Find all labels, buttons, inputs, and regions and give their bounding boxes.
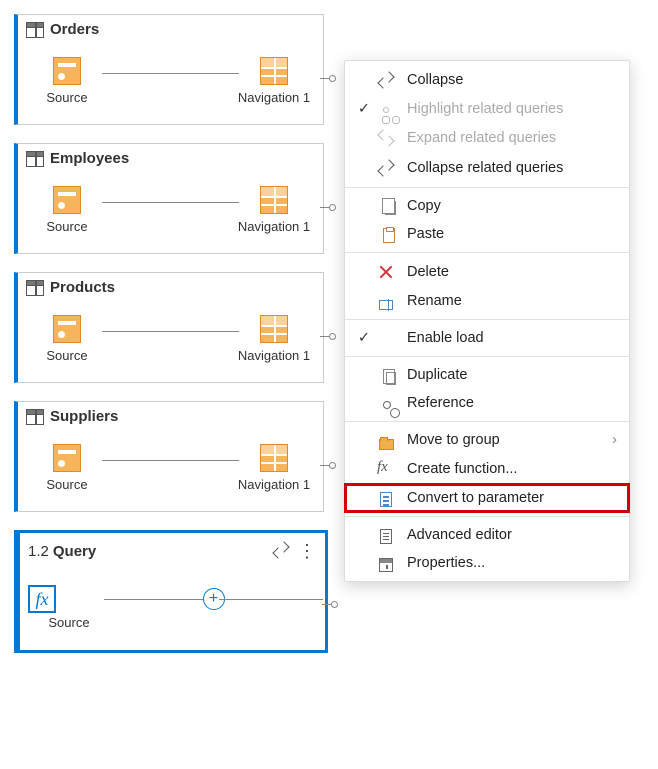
menu-delete[interactable]: Delete [345, 257, 629, 287]
step-source[interactable]: fx Source [28, 585, 110, 630]
datasource-icon [53, 57, 81, 85]
folder-icon [379, 439, 394, 450]
menu-copy[interactable]: Copy [345, 192, 629, 220]
query-prefix: 1.2 [28, 543, 49, 560]
table-step-icon [260, 444, 288, 472]
output-connector [320, 336, 332, 337]
duplicate-icon [386, 372, 396, 385]
collapse-icon [377, 71, 395, 89]
step-navigation[interactable]: Navigation 1 [233, 186, 315, 234]
context-menu: Collapse ✓ Highlight related queries Exp… [344, 60, 630, 582]
more-options-button[interactable]: ⋮ [294, 541, 319, 562]
step-navigation[interactable]: Navigation 1 [233, 57, 315, 105]
advanced-editor-icon [380, 529, 392, 544]
step-connector [219, 599, 324, 600]
menu-collapse-related[interactable]: Collapse related queries [345, 153, 629, 183]
step-source[interactable]: Source [26, 315, 108, 363]
query-title: Orders [50, 21, 99, 38]
output-connector [320, 207, 332, 208]
collapse-icon [272, 541, 290, 559]
table-step-icon [260, 186, 288, 214]
output-connector [322, 604, 334, 605]
query-card-query[interactable]: 1.2 Query ⋮ fx Source + [14, 530, 328, 653]
menu-separator [345, 356, 629, 357]
step-connector [102, 73, 239, 74]
menu-expand-related: Expand related queries [345, 123, 629, 153]
datasource-icon [53, 186, 81, 214]
query-title: Suppliers [50, 408, 118, 425]
menu-highlight-related: ✓ Highlight related queries [345, 95, 629, 123]
rename-icon [379, 300, 393, 310]
table-icon [26, 409, 44, 425]
query-card-suppliers[interactable]: Suppliers Source Navigation 1 [14, 401, 324, 512]
query-card-employees[interactable]: Employees Source Navigation 1 [14, 143, 324, 254]
table-icon [26, 151, 44, 167]
datasource-icon [53, 444, 81, 472]
menu-move-to-group[interactable]: Move to group › [345, 426, 629, 454]
table-step-icon [260, 315, 288, 343]
menu-separator [345, 516, 629, 517]
output-connector [320, 78, 332, 79]
menu-separator [345, 421, 629, 422]
step-connector [104, 599, 209, 600]
menu-separator [345, 319, 629, 320]
step-connector [102, 202, 239, 203]
step-navigation[interactable]: Navigation 1 [233, 444, 315, 492]
step-source[interactable]: Source [26, 186, 108, 234]
delete-icon [377, 263, 395, 281]
reference-icon [383, 401, 391, 409]
fx-icon: fx [377, 460, 395, 478]
parameter-icon [380, 492, 392, 507]
query-title: Products [50, 279, 115, 296]
menu-separator [345, 252, 629, 253]
query-title: Query [53, 543, 96, 560]
step-navigation[interactable]: Navigation 1 [233, 315, 315, 363]
menu-separator [345, 187, 629, 188]
step-source[interactable]: Source [26, 57, 108, 105]
menu-enable-load[interactable]: ✓ Enable load [345, 324, 629, 352]
expand-icon [377, 129, 395, 147]
collapse-card-button[interactable] [268, 539, 294, 564]
query-card-orders[interactable]: Orders Source Navigation 1 [14, 14, 324, 125]
table-icon [26, 280, 44, 296]
output-connector [320, 465, 332, 466]
menu-convert-to-parameter[interactable]: Convert to parameter [345, 484, 629, 512]
step-connector [102, 331, 239, 332]
query-card-products[interactable]: Products Source Navigation 1 [14, 272, 324, 383]
step-connector [102, 460, 239, 461]
paste-icon [383, 228, 395, 243]
collapse-icon [377, 159, 395, 177]
copy-icon [385, 201, 396, 215]
menu-reference[interactable]: Reference [345, 389, 629, 417]
menu-collapse[interactable]: Collapse [345, 65, 629, 95]
menu-paste[interactable]: Paste [345, 220, 629, 248]
step-source[interactable]: Source [26, 444, 108, 492]
menu-create-function[interactable]: fx Create function... [345, 454, 629, 484]
table-step-icon [260, 57, 288, 85]
highlight-related-icon [383, 107, 389, 113]
menu-duplicate[interactable]: Duplicate [345, 361, 629, 389]
submenu-arrow-icon: › [612, 432, 617, 448]
menu-rename[interactable]: Rename [345, 287, 629, 315]
menu-properties[interactable]: Properties... [345, 549, 629, 577]
function-icon: fx [28, 585, 56, 613]
table-icon [26, 22, 44, 38]
query-title: Employees [50, 150, 129, 167]
datasource-icon [53, 315, 81, 343]
properties-icon [379, 558, 393, 572]
menu-advanced-editor[interactable]: Advanced editor [345, 521, 629, 549]
